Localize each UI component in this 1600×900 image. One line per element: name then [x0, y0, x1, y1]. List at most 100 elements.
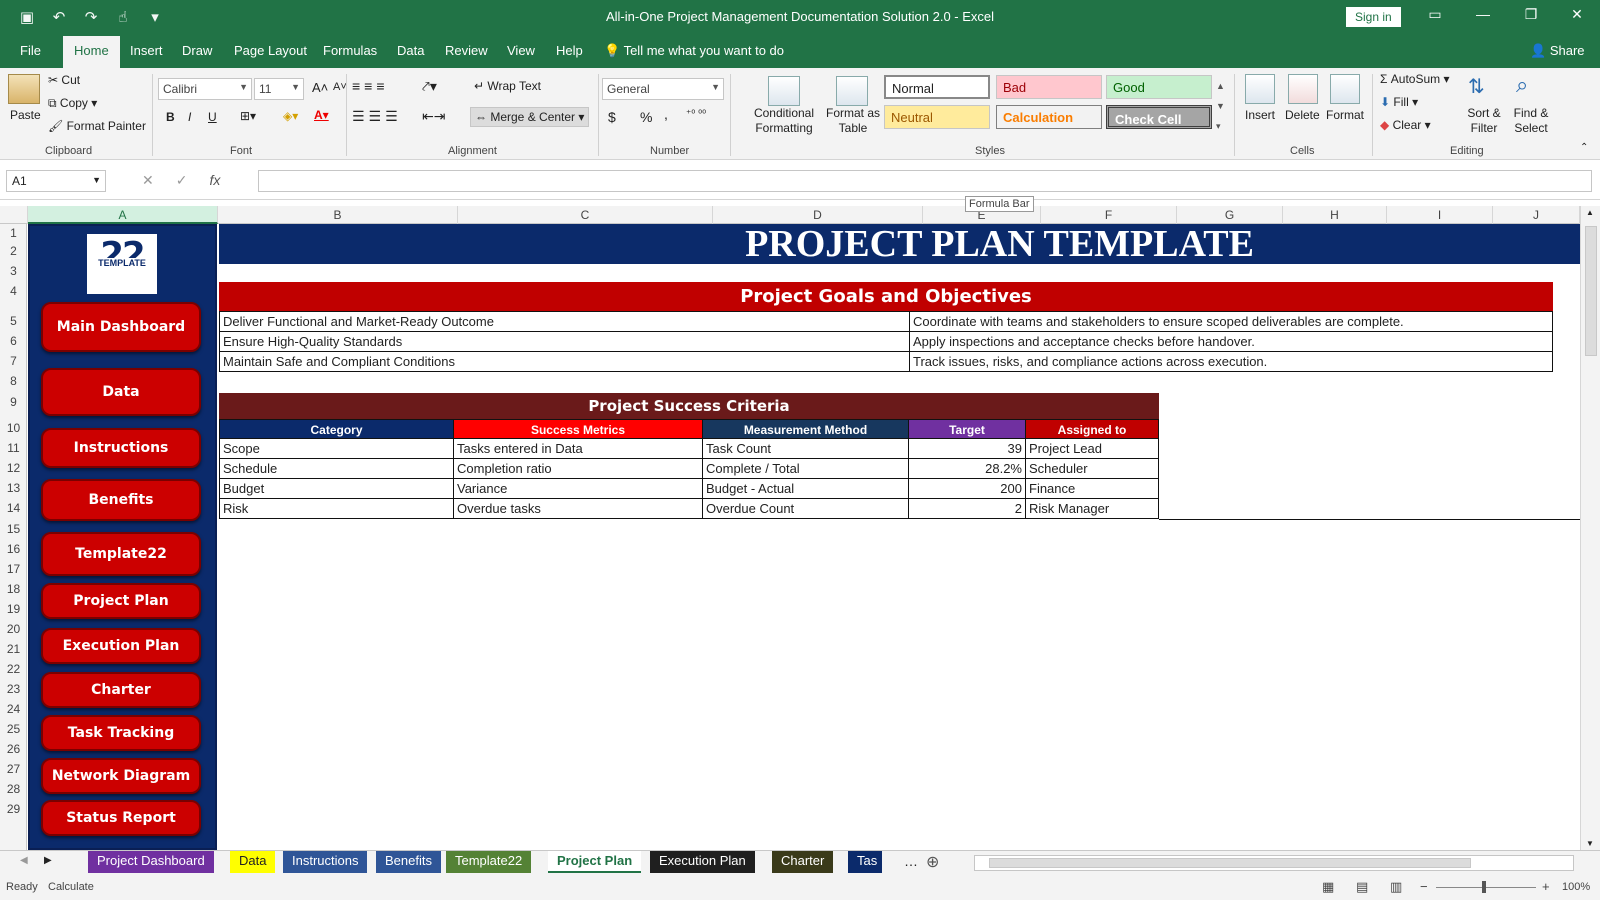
normal-view-icon[interactable]: ▦ [1322, 879, 1334, 895]
tab-help[interactable]: Help [556, 43, 583, 58]
clear-button[interactable]: ◆ Clear ▾ [1380, 118, 1431, 132]
sheet-tab-instructions[interactable]: Instructions [283, 851, 368, 873]
goal-cell[interactable]: Ensure High-Quality Standards [219, 332, 910, 352]
zoom-level[interactable]: 100% [1562, 881, 1590, 893]
criteria-cell[interactable]: Overdue Count [702, 499, 909, 519]
horizontal-align-icons[interactable]: ☰☰☰ [352, 108, 402, 125]
row-header[interactable]: 15 [0, 522, 27, 536]
collapse-ribbon-icon[interactable]: ⌃ [1580, 142, 1588, 153]
criteria-cell[interactable]: Completion ratio [453, 459, 703, 479]
style-neutral[interactable]: Neutral [884, 105, 990, 129]
prev-sheet-icon[interactable]: ◀ [20, 855, 28, 866]
style-check-cell[interactable]: Check Cell [1106, 105, 1212, 129]
row-header[interactable]: 3 [0, 264, 27, 278]
select-all-corner[interactable] [0, 206, 28, 224]
row-header[interactable]: 28 [0, 782, 27, 796]
scroll-up-icon[interactable]: ▲ [1586, 208, 1594, 217]
tab-page-layout[interactable]: Page Layout [234, 43, 307, 58]
delete-cells-icon[interactable] [1288, 74, 1318, 104]
criteria-cell[interactable]: Project Lead [1025, 439, 1159, 459]
conditional-formatting-icon[interactable] [768, 76, 800, 106]
row-header[interactable]: 27 [0, 762, 27, 776]
format-cells-icon[interactable] [1330, 74, 1360, 104]
fill-button[interactable]: ⬇ Fill ▾ [1380, 95, 1418, 109]
criteria-cell[interactable]: Task Count [702, 439, 909, 459]
criteria-cell[interactable]: Risk [219, 499, 454, 519]
row-header[interactable]: 1 [0, 226, 27, 240]
row-header[interactable]: 9 [0, 395, 27, 409]
font-color-icon[interactable]: A▾ [314, 108, 329, 122]
nav-button-data[interactable]: Data [41, 368, 201, 416]
criteria-cell[interactable]: Overdue tasks [453, 499, 703, 519]
tab-home[interactable]: Home [63, 36, 120, 68]
row-header[interactable]: 6 [0, 334, 27, 348]
delete-cells-button[interactable]: Delete [1285, 108, 1320, 122]
criteria-cell[interactable]: Complete / Total [702, 459, 909, 479]
row-header[interactable]: 26 [0, 742, 27, 756]
paste-button[interactable]: Paste [10, 108, 41, 122]
goal-cell[interactable]: Deliver Functional and Market-Ready Outc… [219, 312, 910, 332]
nav-button-template22[interactable]: Template22 [41, 532, 201, 576]
format-painter-button[interactable]: 🖌 Format Painter [48, 119, 146, 133]
sheet-tab-charter[interactable]: Charter [772, 851, 834, 873]
zoom-slider[interactable] [1436, 887, 1536, 888]
criteria-cell[interactable]: Schedule [219, 459, 454, 479]
sheet-tab-benefits[interactable]: Benefits [376, 851, 441, 873]
insert-cells-button[interactable]: Insert [1245, 108, 1275, 122]
row-header[interactable]: 19 [0, 602, 27, 616]
tab-file[interactable]: File [20, 43, 41, 58]
nav-button-task-tracking[interactable]: Task Tracking [41, 715, 201, 751]
row-header[interactable]: 16 [0, 542, 27, 556]
share-button[interactable]: 👤 Share [1530, 43, 1585, 59]
row-header[interactable]: 20 [0, 622, 27, 636]
criteria-cell[interactable]: Finance [1025, 479, 1159, 499]
page-layout-view-icon[interactable]: ▤ [1356, 879, 1368, 895]
horizontal-scrollbar[interactable] [974, 855, 1574, 871]
style-calculation[interactable]: Calculation [996, 105, 1102, 129]
format-as-table-icon[interactable] [836, 76, 868, 106]
indent-icons[interactable]: ⇤⇥ [422, 108, 445, 125]
objective-cell[interactable]: Track issues, risks, and compliance acti… [909, 352, 1553, 372]
italic-button[interactable]: I [188, 110, 191, 124]
restore-button[interactable]: ❐ [1516, 6, 1546, 23]
sheet-tab-data[interactable]: Data [230, 851, 276, 873]
shrink-font-icon[interactable]: A˅ [333, 81, 347, 93]
paste-icon[interactable] [8, 74, 40, 104]
criteria-cell[interactable]: 39 [908, 439, 1026, 459]
cut-button[interactable]: ✂ Cut [48, 73, 80, 87]
criteria-cell[interactable]: Risk Manager [1025, 499, 1159, 519]
style-normal[interactable]: Normal [884, 75, 990, 99]
nav-button-network-diagram[interactable]: Network Diagram [41, 758, 201, 794]
criteria-cell[interactable]: 28.2% [908, 459, 1026, 479]
tab-data[interactable]: Data [397, 43, 424, 58]
criteria-cell[interactable]: Scheduler [1025, 459, 1159, 479]
tab-insert[interactable]: Insert [130, 43, 163, 58]
row-header[interactable]: 13 [0, 481, 27, 495]
insert-function-icon[interactable]: fx [209, 172, 220, 189]
tell-me-search[interactable]: 💡 Tell me what you want to do [604, 43, 784, 59]
page-break-view-icon[interactable]: ▥ [1390, 879, 1402, 895]
zoom-slider-thumb[interactable] [1482, 881, 1486, 893]
style-bad[interactable]: Bad [996, 75, 1102, 99]
nav-button-project-plan[interactable]: Project Plan [41, 583, 201, 619]
row-header[interactable]: 23 [0, 682, 27, 696]
more-sheets-icon[interactable]: … [904, 853, 918, 869]
column-header[interactable]: G [1177, 206, 1283, 224]
font-name-select[interactable]: Calibri ▼ [158, 78, 252, 100]
number-format-select[interactable]: General ▼ [602, 78, 724, 100]
font-size-select[interactable]: 11 ▼ [254, 78, 304, 100]
minimize-button[interactable]: — [1468, 6, 1498, 22]
formula-input[interactable] [258, 170, 1592, 192]
criteria-cell[interactable]: Budget [219, 479, 454, 499]
style-good[interactable]: Good [1106, 75, 1212, 99]
next-sheet-icon[interactable]: ▶ [44, 855, 52, 866]
insert-cells-icon[interactable] [1245, 74, 1275, 104]
column-header[interactable]: H [1283, 206, 1387, 224]
orientation-icon[interactable]: ⤤▾ [422, 78, 437, 95]
find-icon[interactable]: ⌕ [1516, 72, 1528, 98]
name-box[interactable]: A1 ▼ [6, 170, 106, 192]
underline-button[interactable]: U [208, 110, 217, 124]
currency-button[interactable]: $ [608, 109, 616, 125]
nav-button-execution-plan[interactable]: Execution Plan [41, 628, 201, 664]
row-header[interactable]: 24 [0, 702, 27, 716]
